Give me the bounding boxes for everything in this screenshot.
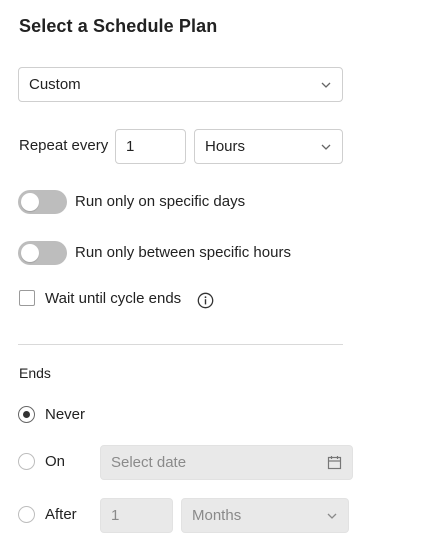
ends-never-label: Never (45, 406, 86, 423)
radio-dot (22, 410, 30, 418)
toggle-knob (21, 244, 39, 262)
chevron-down-icon (321, 82, 331, 88)
page-title: Select a Schedule Plan (19, 16, 218, 36)
specific-days-label: Run only on specific days (75, 193, 246, 210)
ends-after-label: After (45, 506, 77, 523)
ends-heading: Ends (19, 365, 51, 381)
after-unit-select[interactable]: Months (181, 498, 349, 533)
specific-hours-label: Run only between specific hours (75, 244, 291, 261)
info-icon[interactable] (197, 292, 214, 309)
schedule-plan-value: Custom (29, 76, 81, 93)
repeat-interval-value: 1 (126, 138, 135, 155)
chevron-down-icon (321, 144, 331, 150)
repeat-every-label: Repeat every (19, 137, 109, 154)
calendar-icon (327, 456, 342, 470)
wait-cycle-checkbox[interactable] (19, 290, 35, 306)
ends-never-radio[interactable] (18, 406, 35, 423)
ends-on-radio[interactable] (18, 453, 35, 470)
toggle-knob (21, 193, 39, 211)
end-date-placeholder: Select date (111, 454, 187, 471)
ends-on-label: On (45, 453, 66, 470)
schedule-plan-select[interactable]: Custom (18, 67, 343, 102)
section-divider (18, 344, 343, 345)
specific-hours-toggle[interactable] (18, 241, 67, 265)
repeat-unit-select[interactable]: Hours (194, 129, 343, 164)
chevron-down-icon (327, 513, 337, 519)
repeat-interval-input[interactable]: 1 (115, 129, 186, 164)
wait-cycle-label: Wait until cycle ends (45, 290, 182, 307)
after-count-input[interactable]: 1 (100, 498, 173, 533)
specific-days-toggle[interactable] (18, 190, 67, 214)
repeat-unit-value: Hours (205, 138, 246, 155)
ends-after-radio[interactable] (18, 506, 35, 523)
after-count-value: 1 (111, 507, 120, 524)
after-unit-value: Months (192, 507, 242, 524)
end-date-field[interactable]: Select date (100, 445, 353, 480)
